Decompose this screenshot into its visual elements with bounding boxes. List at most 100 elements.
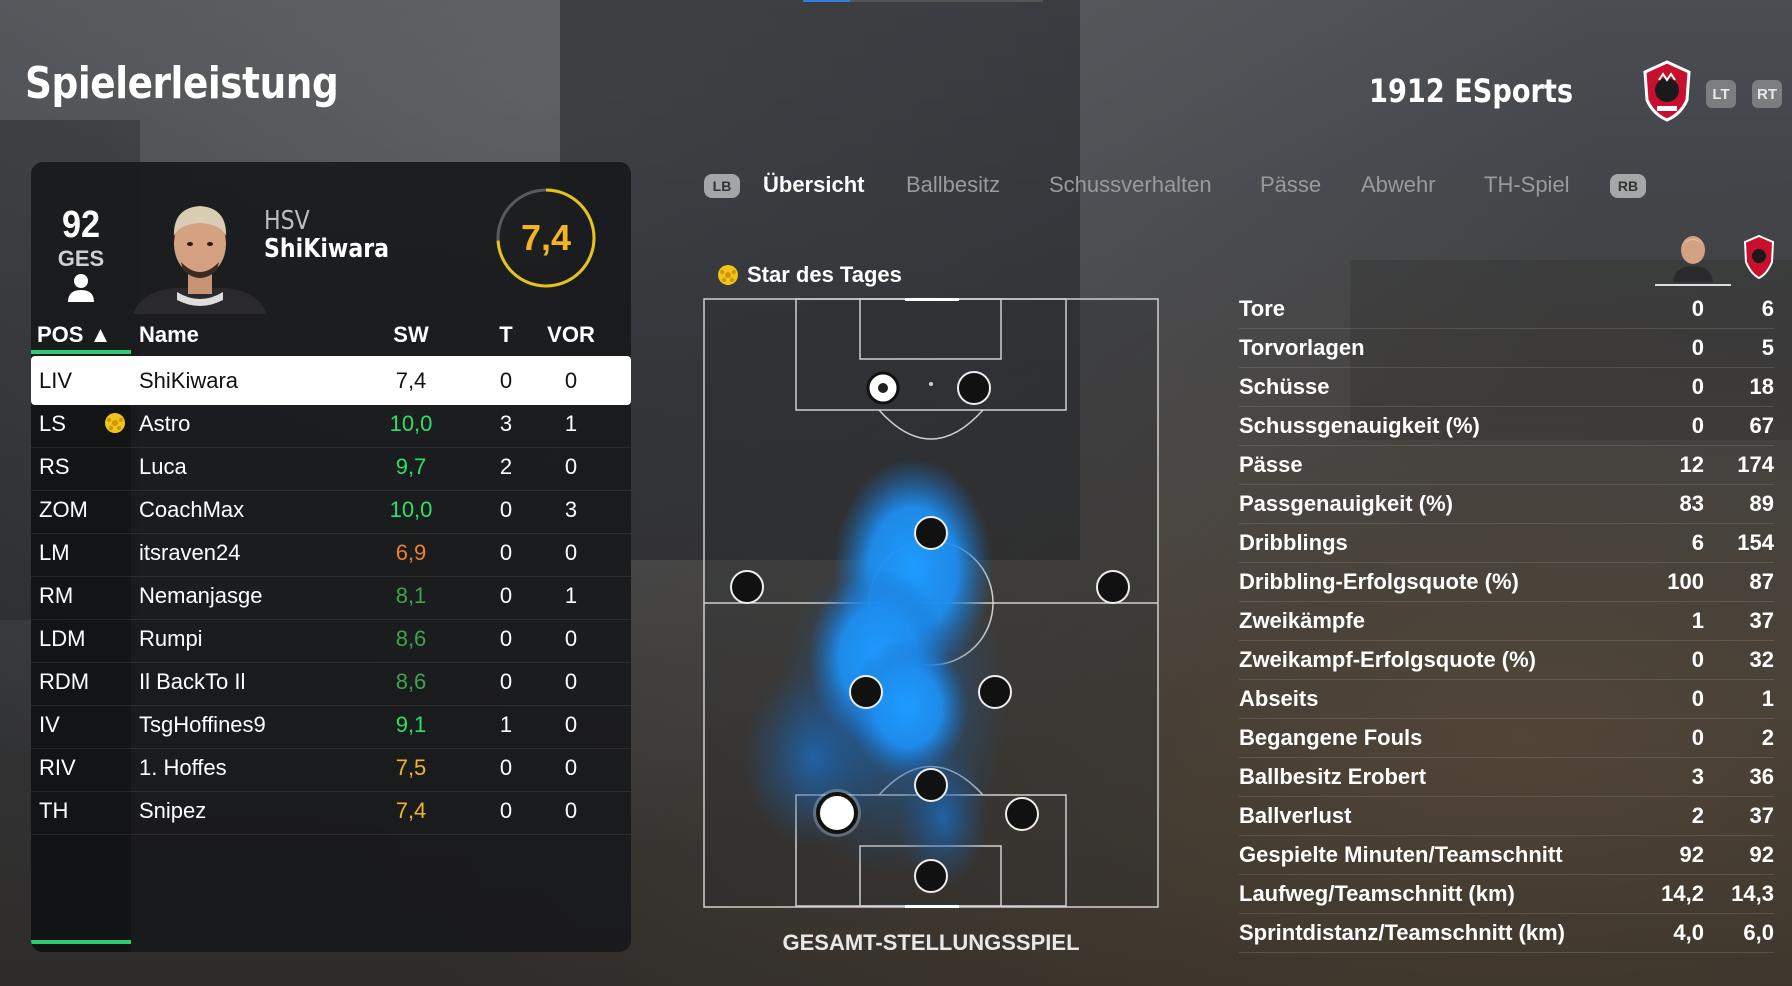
table-row[interactable]: LDM Rumpi 8,6 0 0: [31, 614, 631, 663]
stat-row: Tore 0 6: [1239, 290, 1774, 329]
overall-rating: 92: [61, 204, 101, 246]
row-assists: 0: [564, 626, 578, 651]
table-row[interactable]: RDM Il BackTo Il 8,6 0 0: [31, 657, 631, 706]
row-name: 1. Hoffes: [139, 755, 227, 780]
person-icon: [68, 274, 94, 302]
tab-uebersicht[interactable]: Übersicht: [763, 172, 864, 198]
player-avatar-small: [1681, 236, 1705, 264]
row-goals: 1: [499, 712, 513, 737]
tab-paesse[interactable]: Pässe: [1260, 172, 1321, 198]
star-of-the-day: Star des Tages: [717, 262, 902, 288]
stat-player-value: 1: [1691, 608, 1704, 633]
tab-ballbesitz[interactable]: Ballbesitz: [906, 172, 1000, 198]
overall-label: GES: [57, 246, 105, 271]
row-assists: 1: [564, 583, 578, 608]
stat-player-value: 83: [1679, 491, 1704, 516]
lb-button[interactable]: LB: [704, 174, 740, 198]
rb-button[interactable]: RB: [1610, 174, 1646, 198]
stat-row: Schüsse 0 18: [1239, 368, 1774, 407]
stat-label: Schüsse: [1239, 374, 1330, 399]
table-row[interactable]: RM Nemanjasge 8,1 0 1: [31, 571, 631, 620]
tab-th-spiel[interactable]: TH-Spiel: [1484, 172, 1570, 198]
row-assists: 0: [564, 454, 578, 479]
column-sw[interactable]: SW: [381, 322, 441, 348]
tab-schussverhalten[interactable]: Schussverhalten: [1049, 172, 1212, 198]
column-vor[interactable]: VOR: [546, 322, 596, 348]
table-row[interactable]: ZOM CoachMax 10,0 0 3: [31, 485, 631, 534]
stat-label: Gespielte Minuten/Teamschnitt: [1239, 842, 1563, 867]
row-assists: 0: [564, 755, 578, 780]
heatmap-pitch: [703, 298, 1159, 908]
row-rating: 9,7: [395, 454, 427, 479]
table-row[interactable]: LS Astro 10,0 3 1: [31, 399, 631, 448]
stat-label: Begangene Fouls: [1239, 725, 1423, 750]
row-position: RS: [39, 454, 70, 479]
club-name: 1912 ESports: [1368, 72, 1573, 110]
row-position: IV: [39, 712, 60, 737]
stat-team-value: 36: [1749, 764, 1774, 789]
stat-label: Zweikampf-Erfolgsquote (%): [1239, 647, 1537, 672]
player-avatar: [133, 206, 267, 314]
stat-row: Ballbesitz Erobert 3 36: [1239, 758, 1774, 797]
table-row[interactable]: TH Snipez 7,4 0 0: [31, 786, 631, 835]
stat-team-value: 6,0: [1743, 920, 1774, 945]
row-name: itsraven24: [139, 540, 241, 565]
row-name: Luca: [139, 454, 187, 479]
player-dot: [849, 675, 883, 709]
stat-team-value: 87: [1749, 569, 1774, 594]
row-name: Snipez: [139, 798, 207, 823]
row-rating: 8,1: [395, 583, 427, 608]
row-goals: 0: [499, 798, 513, 823]
column-pos[interactable]: POS ▲: [37, 322, 111, 348]
stat-team-value: 14,3: [1731, 881, 1774, 906]
row-goals: 0: [499, 626, 513, 651]
table-row[interactable]: RS Luca 9,7 2 0: [31, 442, 631, 491]
stat-player-value: 2: [1691, 803, 1704, 828]
stat-team-value: 2: [1761, 725, 1774, 750]
table-row[interactable]: LIV ShiKiwara 7,4 0 0: [31, 356, 631, 405]
star-of-the-day-label: Star des Tages: [747, 262, 902, 287]
row-goals: 0: [499, 540, 513, 565]
row-rating: 6,9: [395, 540, 427, 565]
stat-team-value: 67: [1749, 413, 1774, 438]
stat-team-value: 92: [1749, 842, 1774, 867]
stat-label: Zweikämpfe: [1239, 608, 1365, 633]
stat-row: Gespielte Minuten/Teamschnitt 92 92: [1239, 836, 1774, 875]
row-goals: 2: [499, 454, 513, 479]
table-row[interactable]: IV TsgHoffines9 9,1 1 0: [31, 700, 631, 749]
player-card: 92 GES HSV ShiKiwara 7,4: [31, 162, 631, 314]
table-row[interactable]: LM itsraven24 6,9 0 0: [31, 528, 631, 577]
row-rating: 8,6: [395, 669, 427, 694]
stat-team-value: 89: [1749, 491, 1774, 516]
row-rating: 8,6: [395, 626, 427, 651]
stat-row: Abseits 0 1: [1239, 680, 1774, 719]
row-goals: 0: [499, 368, 513, 393]
column-t[interactable]: T: [491, 322, 521, 348]
tab-abwehr[interactable]: Abwehr: [1361, 172, 1436, 198]
stat-team-value: 32: [1749, 647, 1774, 672]
stat-row: Dribbling-Erfolgsquote (%) 100 87: [1239, 563, 1774, 602]
sort-indicator: [31, 350, 131, 354]
row-name: Rumpi: [139, 626, 203, 651]
player-dot: [914, 768, 948, 802]
table-row[interactable]: RIV 1. Hoffes 7,5 0 0: [31, 743, 631, 792]
row-position: LDM: [39, 626, 86, 651]
lt-button[interactable]: LT: [1706, 80, 1736, 108]
row-name: Astro: [139, 411, 191, 436]
stat-label: Laufweg/Teamschnitt (km): [1239, 881, 1515, 906]
stat-player-value: 0: [1691, 335, 1704, 360]
row-position: LM: [39, 540, 70, 565]
stat-player-value: 3: [1691, 764, 1704, 789]
row-name: CoachMax: [139, 497, 245, 522]
row-goals: 0: [499, 755, 513, 780]
stat-player-value: 6: [1691, 530, 1704, 555]
stats-comparison-icons: [1655, 234, 1775, 286]
rt-button[interactable]: RT: [1752, 80, 1782, 108]
stat-row: Passgenauigkeit (%) 83 89: [1239, 485, 1774, 524]
stat-team-value: 5: [1761, 335, 1774, 360]
row-position: RDM: [39, 669, 90, 694]
row-name: ShiKiwara: [139, 368, 239, 393]
stat-label: Tore: [1239, 296, 1286, 321]
row-assists: 1: [564, 411, 578, 436]
column-name[interactable]: Name: [139, 322, 199, 348]
